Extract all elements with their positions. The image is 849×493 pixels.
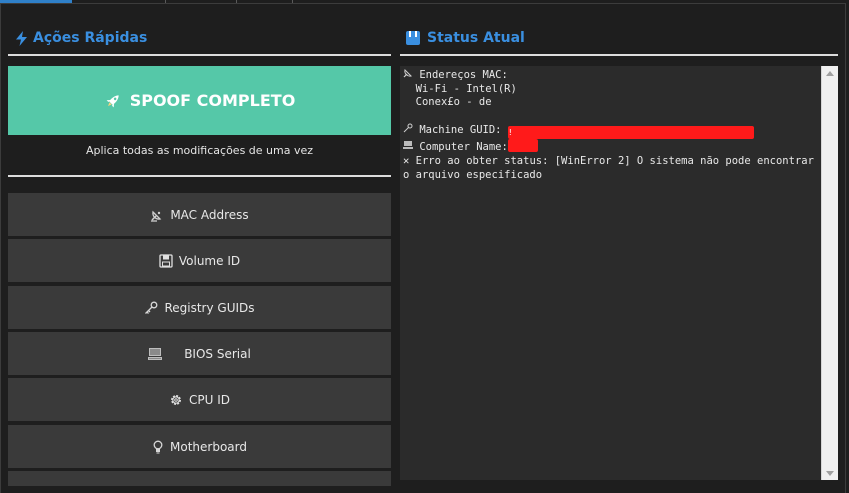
bios-serial-button[interactable]: BIOS Serial — [8, 332, 391, 375]
current-status-title: Status Atual — [405, 28, 525, 48]
current-status-title-text: Status Atual — [427, 30, 525, 46]
registry-guids-label: Registry GUIDs — [164, 300, 255, 315]
floppy-disk-icon — [159, 253, 173, 268]
quick-actions-title: Ações Rápidas — [16, 28, 147, 48]
motherboard-button[interactable]: Motherboard — [8, 425, 391, 468]
spoof-complete-button[interactable]: SPOOF COMPLETO — [8, 66, 391, 135]
cpu-id-button[interactable]: CPU ID — [8, 378, 391, 421]
quick-actions-divider — [8, 54, 391, 56]
status-scrollbar[interactable] — [821, 66, 838, 480]
package-icon — [405, 30, 421, 46]
mac-addresses-heading: Endereços MAC: — [419, 69, 508, 81]
computer-name-label: Computer Name: — [419, 141, 508, 154]
spoof-description: Aplica todas as modificações de uma vez — [85, 144, 314, 157]
error-x-icon: ✕ — [403, 154, 410, 167]
status-output[interactable]: Endereços MAC: Wi-Fi - Intel(R) Conex£o … — [400, 66, 838, 480]
gear-icon — [169, 393, 183, 407]
next-module-button-partial[interactable] — [8, 471, 391, 486]
motherboard-label: Motherboard — [170, 439, 247, 454]
quick-actions-title-text: Ações Rápidas — [33, 30, 148, 46]
computer-icon — [403, 141, 413, 153]
scroll-up-arrow-icon[interactable] — [822, 66, 838, 80]
scroll-down-arrow-icon[interactable] — [822, 466, 838, 480]
connection-line: Conex£o - de — [415, 96, 492, 109]
key-icon — [144, 301, 158, 315]
lightning-icon — [16, 30, 27, 46]
mac-address-label: MAC Address — [170, 207, 249, 222]
computer-name-redacted — [507, 139, 538, 153]
key-icon — [403, 123, 413, 136]
registry-guids-button[interactable]: Registry GUIDs — [8, 286, 391, 329]
spoof-complete-label: SPOOF COMPLETO — [129, 91, 296, 110]
satellite-dish-icon — [150, 208, 164, 222]
wifi-adapter-line: Wi-Fi - Intel(R) — [415, 82, 517, 95]
bios-serial-label: BIOS Serial — [184, 346, 251, 361]
actions-divider — [8, 175, 391, 177]
status-text: Endereços MAC: Wi-Fi - Intel(R) Conex£o … — [403, 68, 815, 182]
cpu-id-label: CPU ID — [189, 392, 230, 407]
error-message: Erro ao obter status: [WinError 2] O sis… — [403, 154, 821, 181]
rocket-icon — [104, 92, 122, 110]
machine-guid-redacted: ! — [507, 126, 754, 140]
machine-guid-label: Machine GUID: — [419, 124, 502, 137]
satellite-dish-icon — [403, 69, 413, 81]
volume-id-label: Volume ID — [178, 253, 241, 268]
lightbulb-icon — [152, 440, 164, 454]
computer-icon — [148, 347, 163, 361]
status-divider — [400, 54, 838, 56]
mac-address-button[interactable]: MAC Address — [8, 193, 391, 236]
volume-id-button[interactable]: Volume ID — [8, 239, 391, 282]
